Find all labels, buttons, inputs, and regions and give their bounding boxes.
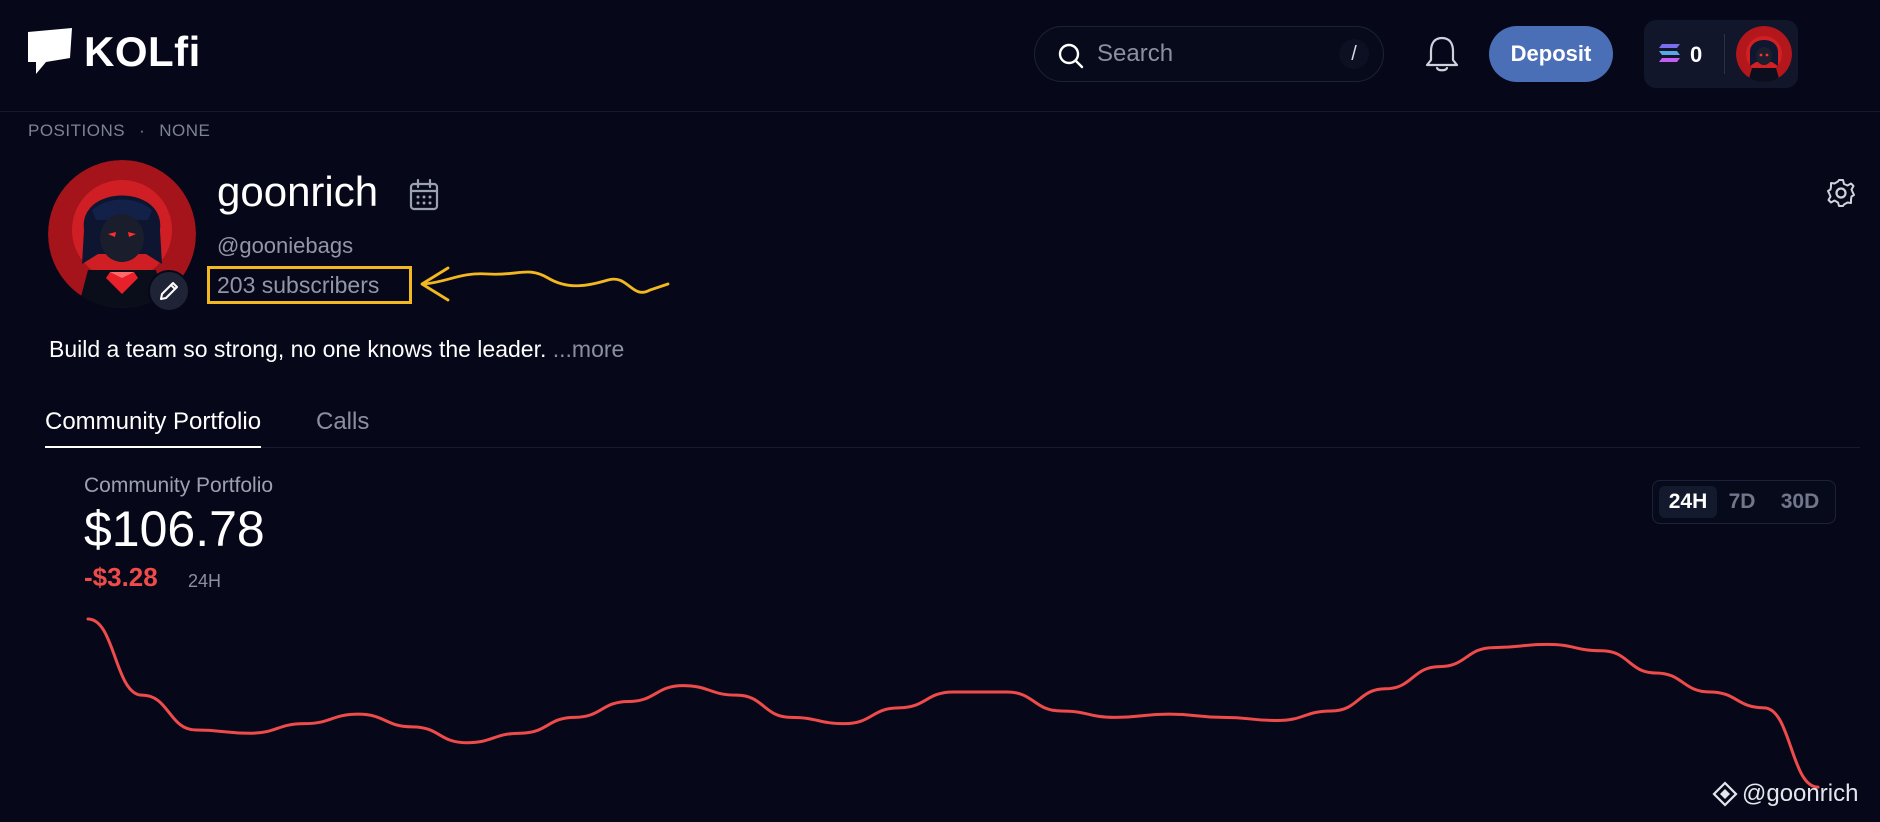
search-box[interactable]: /: [1034, 26, 1384, 82]
portfolio-chart: [86, 617, 1820, 789]
wallet-menu[interactable]: 0: [1644, 20, 1798, 88]
positions-status: POSITIONS · NONE: [28, 121, 210, 141]
deposit-button[interactable]: Deposit: [1489, 26, 1613, 82]
gear-icon[interactable]: [1826, 178, 1856, 208]
search-input[interactable]: [1097, 37, 1327, 71]
portfolio-label: Community Portfolio: [84, 474, 274, 497]
logo[interactable]: KOLfi: [26, 28, 201, 76]
search-icon: [1058, 43, 1084, 69]
positions-value: NONE: [159, 121, 211, 140]
chart-series-line: [86, 617, 1820, 789]
range-30d-button[interactable]: 30D: [1769, 486, 1831, 518]
portfolio-value: $106.78: [84, 501, 265, 557]
bio-text: Build a team so strong, no one knows the…: [49, 336, 547, 362]
tab-community-portfolio[interactable]: Community Portfolio: [45, 408, 262, 448]
portfolio-change: -$3.28: [84, 562, 158, 592]
solana-icon: [1659, 44, 1680, 62]
profile-handle: @gooniebags: [217, 233, 354, 258]
watermark: @goonrich: [1712, 780, 1858, 808]
subscriber-count[interactable]: 203 subscribers: [217, 272, 379, 299]
profile-bio: Build a team so strong, no one knows the…: [49, 336, 624, 363]
annotation-arrow: [420, 266, 670, 302]
calendar-icon[interactable]: [408, 178, 440, 212]
time-range-selector: 24H 7D 30D: [1652, 480, 1836, 524]
top-bar: KOLfi / Deposit 0: [0, 0, 1880, 112]
profile-tabs: Community Portfolio Calls: [45, 408, 1860, 448]
range-7d-button[interactable]: 7D: [1719, 486, 1765, 518]
search-shortcut-key: /: [1339, 39, 1369, 69]
tab-calls[interactable]: Calls: [316, 408, 369, 448]
positions-separator: ·: [139, 121, 146, 140]
bio-more-link[interactable]: ...more: [553, 336, 625, 362]
watermark-text: @goonrich: [1742, 780, 1859, 807]
bell-icon[interactable]: [1424, 34, 1460, 74]
wallet-balance: 0: [1690, 42, 1703, 67]
logo-chat-icon: [28, 28, 72, 74]
pencil-icon: [160, 282, 178, 300]
binance-icon: [1712, 781, 1738, 807]
user-avatar[interactable]: [1736, 26, 1792, 82]
profile-name: goonrich: [217, 168, 379, 215]
range-24h-button[interactable]: 24H: [1659, 486, 1717, 518]
logo-text: KOLfi: [84, 28, 201, 75]
edit-avatar-button[interactable]: [148, 270, 190, 312]
positions-label: POSITIONS: [28, 121, 126, 140]
wallet-divider: [1724, 34, 1725, 74]
portfolio-change-period: 24H: [188, 571, 222, 591]
